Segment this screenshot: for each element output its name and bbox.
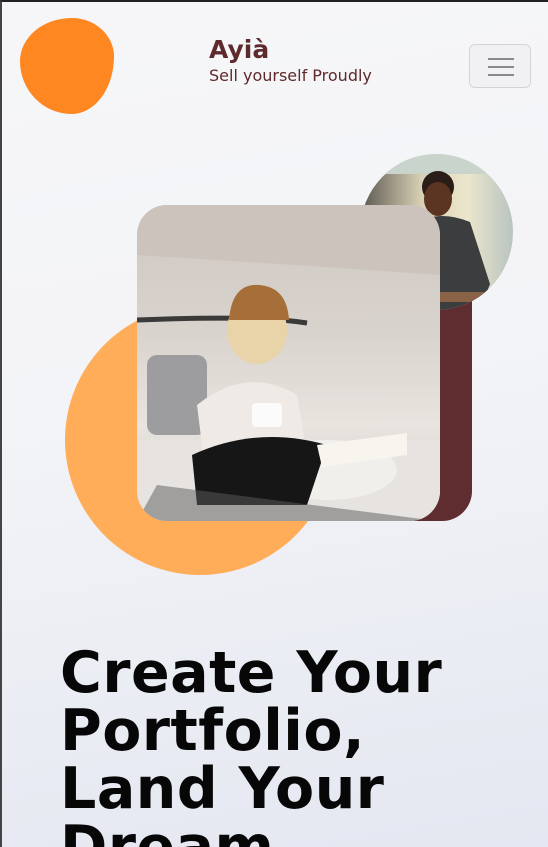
logo-blob[interactable]: [20, 18, 114, 114]
brand-tagline: Sell yourself Proudly: [209, 66, 372, 85]
hamburger-icon-line: [488, 74, 514, 76]
woman-illustration: [137, 205, 440, 521]
brand: Ayià Sell yourself Proudly: [209, 34, 372, 86]
hamburger-icon: [488, 58, 514, 60]
hamburger-icon-line: [488, 66, 514, 68]
brand-title: Ayià: [209, 35, 270, 64]
hero-image-woman-reading: [137, 205, 440, 521]
hero-heading: Create Your Portfolio, Land Your Dream: [60, 640, 443, 847]
menu-toggle-button[interactable]: [469, 44, 531, 88]
